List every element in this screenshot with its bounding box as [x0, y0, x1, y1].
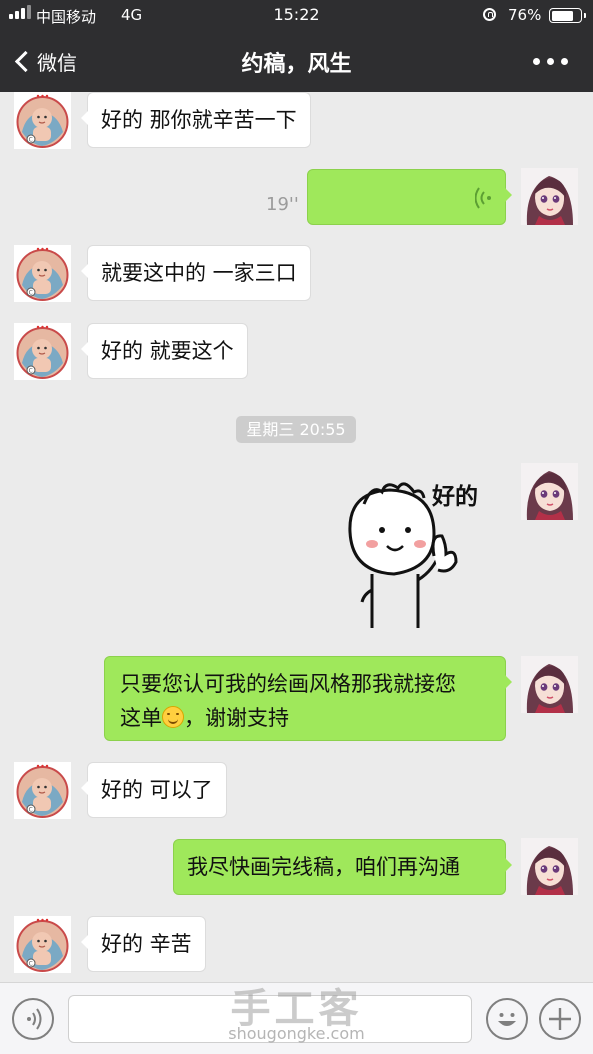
incoming-message-bubble[interactable]: 就要这中的 一家三口 [81, 245, 311, 301]
chat-title: 约稿，风生 [241, 52, 352, 77]
contact-avatar[interactable] [14, 92, 71, 149]
battery-level-fill [551, 10, 573, 21]
battery-icon [549, 8, 586, 23]
sticker-message[interactable] [342, 470, 502, 630]
rotation-lock-icon [483, 8, 496, 21]
message-text: 我尽快画完线稿，咱们再沟通 [187, 855, 460, 879]
sticker-caption: 好的 [432, 484, 478, 510]
my-avatar[interactable] [521, 463, 578, 520]
message-text-line: 这单 ，谢谢支持 [120, 701, 490, 735]
chat-timestamp: 星期三 20:55 [236, 416, 356, 443]
contact-avatar[interactable] [14, 323, 71, 380]
voice-toggle-button[interactable] [12, 998, 54, 1040]
dot-icon [533, 58, 540, 65]
incoming-message-bubble[interactable]: 好的 可以了 [81, 762, 227, 818]
voice-duration: 19'' [266, 194, 299, 215]
battery-percent: 76% [508, 6, 542, 24]
my-avatar[interactable] [521, 838, 578, 895]
outgoing-message-bubble[interactable]: 我尽快画完线稿，咱们再沟通 [173, 839, 512, 895]
contact-avatar[interactable] [14, 916, 71, 973]
message-input[interactable] [68, 995, 472, 1043]
chat-header: 微信 约稿，风生 [0, 30, 593, 92]
add-attachment-button[interactable] [539, 998, 581, 1040]
outgoing-message-bubble[interactable]: 只要您认可我的绘画风格那我就接您 这单 ，谢谢支持 [104, 656, 512, 741]
smile-emoji-icon [162, 706, 184, 728]
waving-character-sticker-icon [348, 482, 458, 628]
outgoing-voice-message[interactable] [307, 169, 512, 225]
message-text-line: 只要您认可我的绘画风格那我就接您 [120, 672, 456, 696]
contact-avatar[interactable] [14, 762, 71, 819]
emoji-icon [498, 1013, 516, 1026]
message-text: 这单 [120, 706, 162, 730]
message-text: 好的 辛苦 [101, 932, 192, 956]
status-bar: 中国移动 4G 15:22 76% [0, 0, 593, 30]
incoming-message-bubble[interactable]: 好的 就要这个 [81, 323, 248, 379]
input-bar [0, 982, 593, 1054]
incoming-message-bubble[interactable]: 好的 辛苦 [81, 916, 206, 972]
dot-icon [547, 58, 554, 65]
message-text: ，谢谢支持 [184, 706, 289, 730]
my-avatar[interactable] [521, 656, 578, 713]
message-text: 好的 就要这个 [101, 339, 234, 363]
emoji-button[interactable] [486, 998, 528, 1040]
incoming-message-bubble[interactable]: 好的 那你就辛苦一下 [81, 92, 311, 148]
my-avatar[interactable] [521, 168, 578, 225]
dot-icon [561, 58, 568, 65]
message-text: 就要这中的 一家三口 [101, 261, 297, 285]
more-options-button[interactable] [533, 58, 573, 68]
plus-icon [549, 1008, 571, 1030]
voice-waves-icon [475, 187, 491, 209]
message-text: 好的 那你就辛苦一下 [101, 108, 297, 132]
status-time: 15:22 [273, 5, 320, 24]
message-text: 好的 可以了 [101, 778, 213, 802]
voice-toggle-icon [27, 1008, 42, 1030]
contact-avatar[interactable] [14, 245, 71, 302]
